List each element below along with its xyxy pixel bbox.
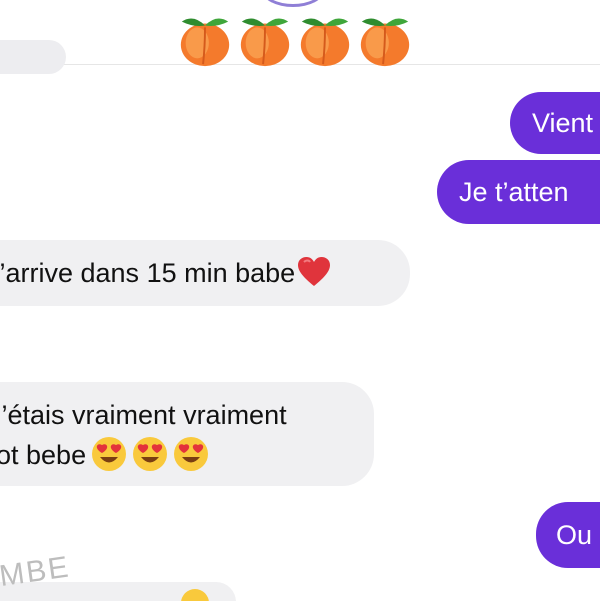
message-text: Vient (532, 108, 594, 138)
chat-screen: Vient Je t’atten J’arrive dans 15 min ba… (0, 0, 600, 601)
message-text: Ou (556, 520, 593, 550)
message-bubble-outgoing[interactable]: Ou (536, 502, 600, 568)
message-text-line: ot bebe (0, 440, 87, 470)
peach-icon (360, 18, 410, 67)
chat-header (0, 0, 600, 67)
message-bubble-outgoing[interactable]: Je t’atten (437, 160, 600, 224)
peach-icon (300, 18, 350, 67)
message-text: Je t’atten (459, 177, 569, 207)
smiley-face-icon (181, 589, 209, 601)
peach-icon (180, 18, 230, 67)
message-bubble-outgoing[interactable]: Vient (510, 92, 600, 154)
heart-eyes-face-icon (174, 436, 209, 471)
message-bubble-incoming[interactable]: J’étais vraiment vraiment ot bebe (0, 382, 374, 486)
message-bubble-incoming[interactable]: J’arrive dans 15 min babe (0, 240, 410, 306)
message-text-line: J’étais vraiment vraiment (0, 400, 287, 430)
heart-eyes-face-icon (133, 436, 168, 471)
message-bubble-incoming-partial[interactable] (0, 40, 66, 74)
heart-icon (298, 256, 331, 286)
contact-name-emoji (176, 10, 414, 70)
message-text: J’arrive dans 15 min babe (0, 258, 296, 288)
contact-avatar[interactable] (262, 0, 324, 7)
peach-icon (240, 18, 290, 67)
heart-eyes-face-icon (92, 436, 127, 471)
